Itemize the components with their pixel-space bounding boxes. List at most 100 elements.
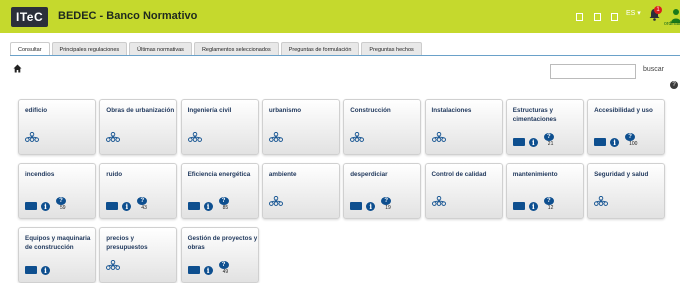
search-button[interactable]: buscar [643,66,664,73]
network-icon[interactable] [350,129,365,147]
book-icon[interactable] [106,202,119,210]
category-title[interactable]: Eficiencia energética [188,170,258,179]
category-card[interactable]: Eficiencia energética i ? 85 [180,163,259,219]
network-icon[interactable] [268,129,283,147]
book-icon[interactable] [187,266,200,274]
notification-badge: 1 [654,6,662,14]
card-icons [350,131,365,147]
info-icon[interactable]: i [41,266,50,275]
category-card[interactable]: Seguridad y salud [587,163,666,219]
category-card[interactable]: desperdiciar i? 19 [343,163,422,219]
help-icon[interactable]: ? [670,81,678,89]
category-title[interactable]: precios y presupuestos [106,234,176,252]
question-bubble-icon: ? [137,197,148,205]
category-title[interactable]: Instalaciones [432,106,502,115]
category-title[interactable]: desperdiciar [350,170,420,179]
category-card[interactable]: ruido i? 43 [99,163,178,219]
tab-reglamentos-seleccionados[interactable]: Reglamentos seleccionados [193,42,279,56]
tab-preguntas-hechos[interactable]: Preguntas hechos [361,42,422,56]
category-card[interactable]: Construcción [343,99,422,155]
book-icon[interactable] [25,266,37,274]
category-title[interactable]: ruido [106,170,176,179]
network-icon[interactable] [268,193,283,211]
category-card[interactable]: ambiente [261,163,340,219]
toolbar-square-icon[interactable] [611,13,618,21]
toolbar-square-icon[interactable] [594,13,601,21]
info-icon[interactable]: i [122,202,132,211]
category-card[interactable]: Equipos y maquinaria de construcción i [18,227,96,283]
card-icons [106,131,121,147]
question-bubble-icon: ? [381,197,392,205]
book-icon[interactable] [25,202,37,210]
question-count: 21 [547,141,554,147]
network-icon[interactable] [106,257,121,275]
category-card[interactable]: Estructuras y cimentaciones i ? 21 [505,99,584,155]
tab-principales-regulaciones[interactable]: Principales regulaciones [51,42,128,56]
category-card[interactable]: incendios i ? 59 [18,163,96,219]
info-icon[interactable]: i [366,202,376,211]
category-title[interactable]: Gestión de proyectos y obras [188,234,258,252]
category-card[interactable]: Accesibilidad y uso i? 100 [587,99,666,155]
questions-icon[interactable]: ? 49 [217,261,231,275]
info-icon[interactable]: i [203,266,213,275]
tab-ultimas-normativas[interactable]: Últimas normativas [129,42,192,56]
category-card[interactable]: urbanismo [261,99,340,155]
book-icon[interactable] [350,202,363,210]
info-icon[interactable]: i [203,202,213,211]
language-selector[interactable]: ES ▾ [626,9,641,17]
network-icon[interactable] [25,129,39,147]
category-card[interactable]: precios y presupuestos [99,227,178,283]
category-card[interactable]: Gestión de proyectos y obras i ? 49 [180,227,259,283]
category-card[interactable]: Obras de urbanización [99,99,178,155]
question-bubble-icon: ? [218,261,229,269]
questions-icon[interactable]: ? 59 [54,197,68,211]
questions-icon[interactable]: ? 43 [135,197,149,211]
network-icon[interactable] [106,129,121,147]
network-icon[interactable] [431,129,446,147]
category-title[interactable]: Construcción [350,106,420,115]
category-card[interactable]: Control de calidad [424,163,503,219]
question-bubble-icon: ? [543,197,554,205]
category-card[interactable]: Instalaciones [424,99,503,155]
toolbar-square-icon[interactable] [576,13,583,21]
questions-icon[interactable]: ? 12 [542,197,556,211]
category-card[interactable]: Ingeniería civil [180,99,259,155]
category-title[interactable]: incendios [25,170,95,179]
info-icon[interactable]: i [610,138,620,147]
category-card[interactable]: mantenimiento i ? 12 [505,163,584,219]
category-title[interactable]: edificio [25,106,95,115]
question-count: 59 [60,205,66,211]
category-title[interactable]: Equipos y maquinaria de construcción [25,234,95,252]
tab-preguntas-formulacion[interactable]: Preguntas de formulación [280,42,360,56]
category-card[interactable]: edificio [18,99,96,155]
questions-icon[interactable]: ? 85 [217,197,231,211]
book-icon[interactable] [594,138,607,146]
category-title[interactable]: Obras de urbanización [106,106,176,115]
book-icon[interactable] [187,202,200,210]
book-icon[interactable] [512,138,525,146]
category-title[interactable]: mantenimiento [513,170,583,179]
tab-consultar[interactable]: Consultar [10,42,50,56]
home-icon[interactable] [13,64,22,73]
user-name[interactable]: ordinatro [664,21,680,27]
questions-icon[interactable]: ? 19 [379,197,393,211]
info-icon[interactable]: i [41,202,50,211]
category-title[interactable]: ambiente [269,170,339,179]
network-icon[interactable] [187,129,202,147]
questions-icon[interactable]: ? 100 [623,133,637,147]
book-icon[interactable] [512,202,525,210]
category-title[interactable]: Seguridad y salud [594,170,664,179]
search-input[interactable] [550,64,636,79]
category-title[interactable]: Control de calidad [432,170,502,179]
card-icons: i? 19 [350,197,393,211]
network-icon[interactable] [431,193,446,211]
info-icon[interactable]: i [528,202,538,211]
category-title[interactable]: Ingeniería civil [188,106,258,115]
questions-icon[interactable]: ? 21 [542,133,556,147]
info-icon[interactable]: i [528,138,538,147]
category-title[interactable]: Estructuras y cimentaciones [513,106,583,124]
itec-logo[interactable]: ITeC [11,7,49,27]
category-title[interactable]: Accesibilidad y uso [594,106,664,115]
category-title[interactable]: urbanismo [269,106,339,115]
network-icon[interactable] [594,193,609,211]
